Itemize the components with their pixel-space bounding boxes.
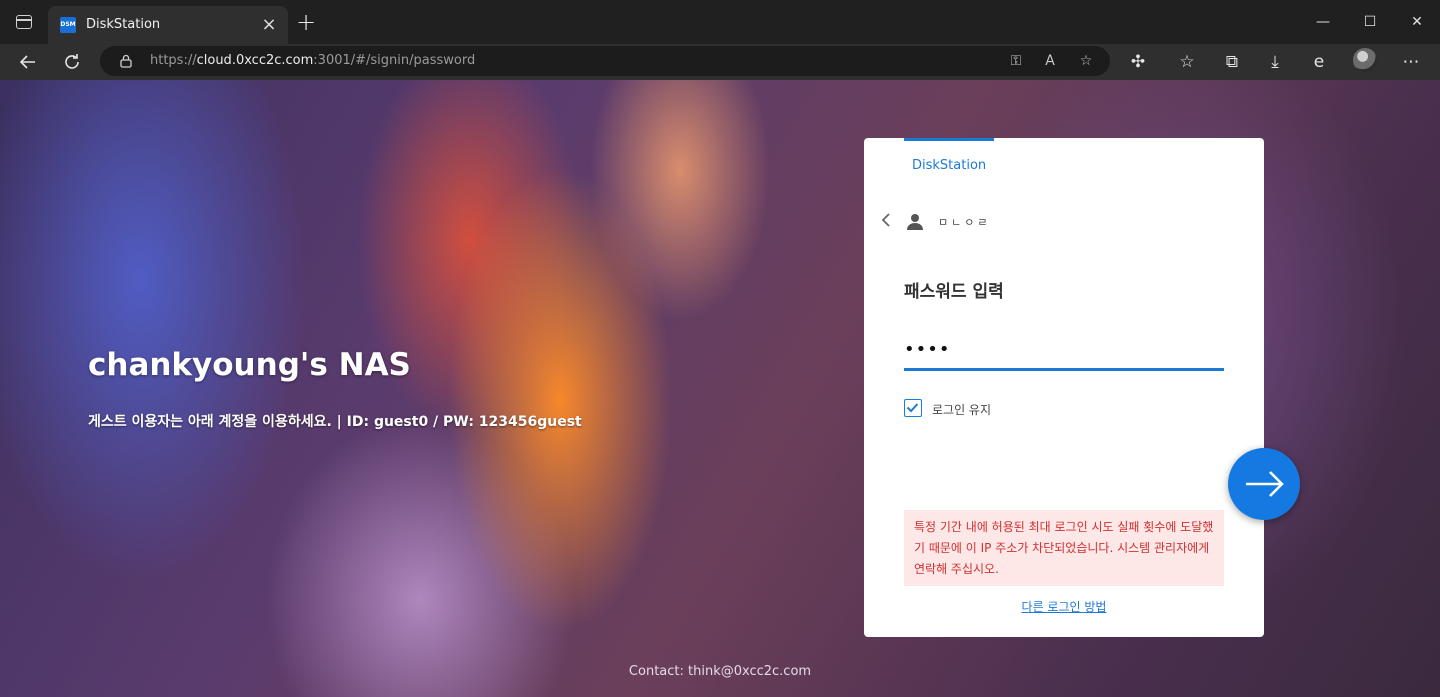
minimize-button[interactable]: —	[1300, 8, 1346, 36]
dsm-favicon-icon: DSM	[60, 17, 76, 33]
tab-title: DiskStation	[86, 17, 161, 32]
tab-indicator	[904, 138, 994, 141]
lock-icon[interactable]	[120, 54, 132, 68]
back-chevron-icon[interactable]	[880, 212, 894, 230]
password-heading: 패스워드 입력	[904, 282, 1004, 302]
login-submit-button[interactable]	[1228, 448, 1300, 520]
back-icon[interactable]	[14, 48, 42, 76]
downloads-icon[interactable]: ⤓	[1261, 48, 1289, 76]
profile-avatar[interactable]	[1353, 48, 1377, 72]
refresh-icon[interactable]	[58, 48, 86, 76]
favorites-icon[interactable]: ☆	[1173, 48, 1201, 76]
tab-diskstation[interactable]: DiskStation	[912, 158, 986, 173]
read-aloud-icon[interactable]: A	[1038, 50, 1062, 72]
new-tab-button[interactable]: +	[294, 10, 318, 34]
browser-titlebar: DSM DiskStation × + — ☐ ✕	[0, 0, 1440, 44]
maximize-button[interactable]: ☐	[1347, 8, 1393, 36]
close-window-button[interactable]: ✕	[1394, 8, 1440, 36]
user-icon	[907, 214, 923, 230]
other-login-link[interactable]: 다른 로그인 방법	[864, 598, 1264, 615]
extensions-icon[interactable]: ✣	[1124, 48, 1152, 76]
contact-text: Contact: think@0xcc2c.com	[628, 664, 812, 679]
page-background: chankyoung's NAS 게스트 이용자는 아래 계정을 이용하세요. …	[0, 80, 1440, 697]
guest-info-text: 게스트 이용자는 아래 계정을 이용하세요. | ID: guest0 / PW…	[88, 414, 582, 430]
tab-actions-icon[interactable]	[16, 15, 32, 29]
key-icon[interactable]: ⚿	[1004, 50, 1028, 72]
more-menu-icon[interactable]: ⋯	[1397, 48, 1425, 76]
remember-label: 로그인 유지	[932, 403, 992, 417]
remember-checkbox[interactable]	[904, 399, 922, 417]
login-card: DiskStation ㅁㄴㅇㄹ 패스워드 입력 로그인 유지 특정 기간 내에…	[864, 138, 1300, 637]
tab-close-icon[interactable]: ×	[258, 14, 280, 36]
favorite-add-icon[interactable]: ☆	[1074, 50, 1098, 72]
arrow-right-icon	[1246, 471, 1284, 497]
username-display: ㅁㄴㅇㄹ	[938, 216, 991, 229]
password-field[interactable]	[904, 330, 1224, 371]
checkmark-icon	[906, 403, 919, 413]
address-bar[interactable]: https://cloud.0xcc2c.com:3001/#/signin/p…	[100, 46, 1110, 76]
url-text: https://cloud.0xcc2c.com:3001/#/signin/p…	[150, 53, 476, 68]
edge-icon[interactable]: e	[1305, 48, 1333, 76]
browser-toolbar: https://cloud.0xcc2c.com:3001/#/signin/p…	[0, 44, 1440, 80]
error-message: 특정 기간 내에 허용된 최대 로그인 시도 실패 횟수에 도달했기 때문에 이…	[904, 510, 1224, 586]
nas-title: chankyoung's NAS	[88, 347, 411, 383]
collections-icon[interactable]: ⧉	[1218, 48, 1246, 76]
browser-tab[interactable]: DSM DiskStation ×	[48, 6, 288, 44]
